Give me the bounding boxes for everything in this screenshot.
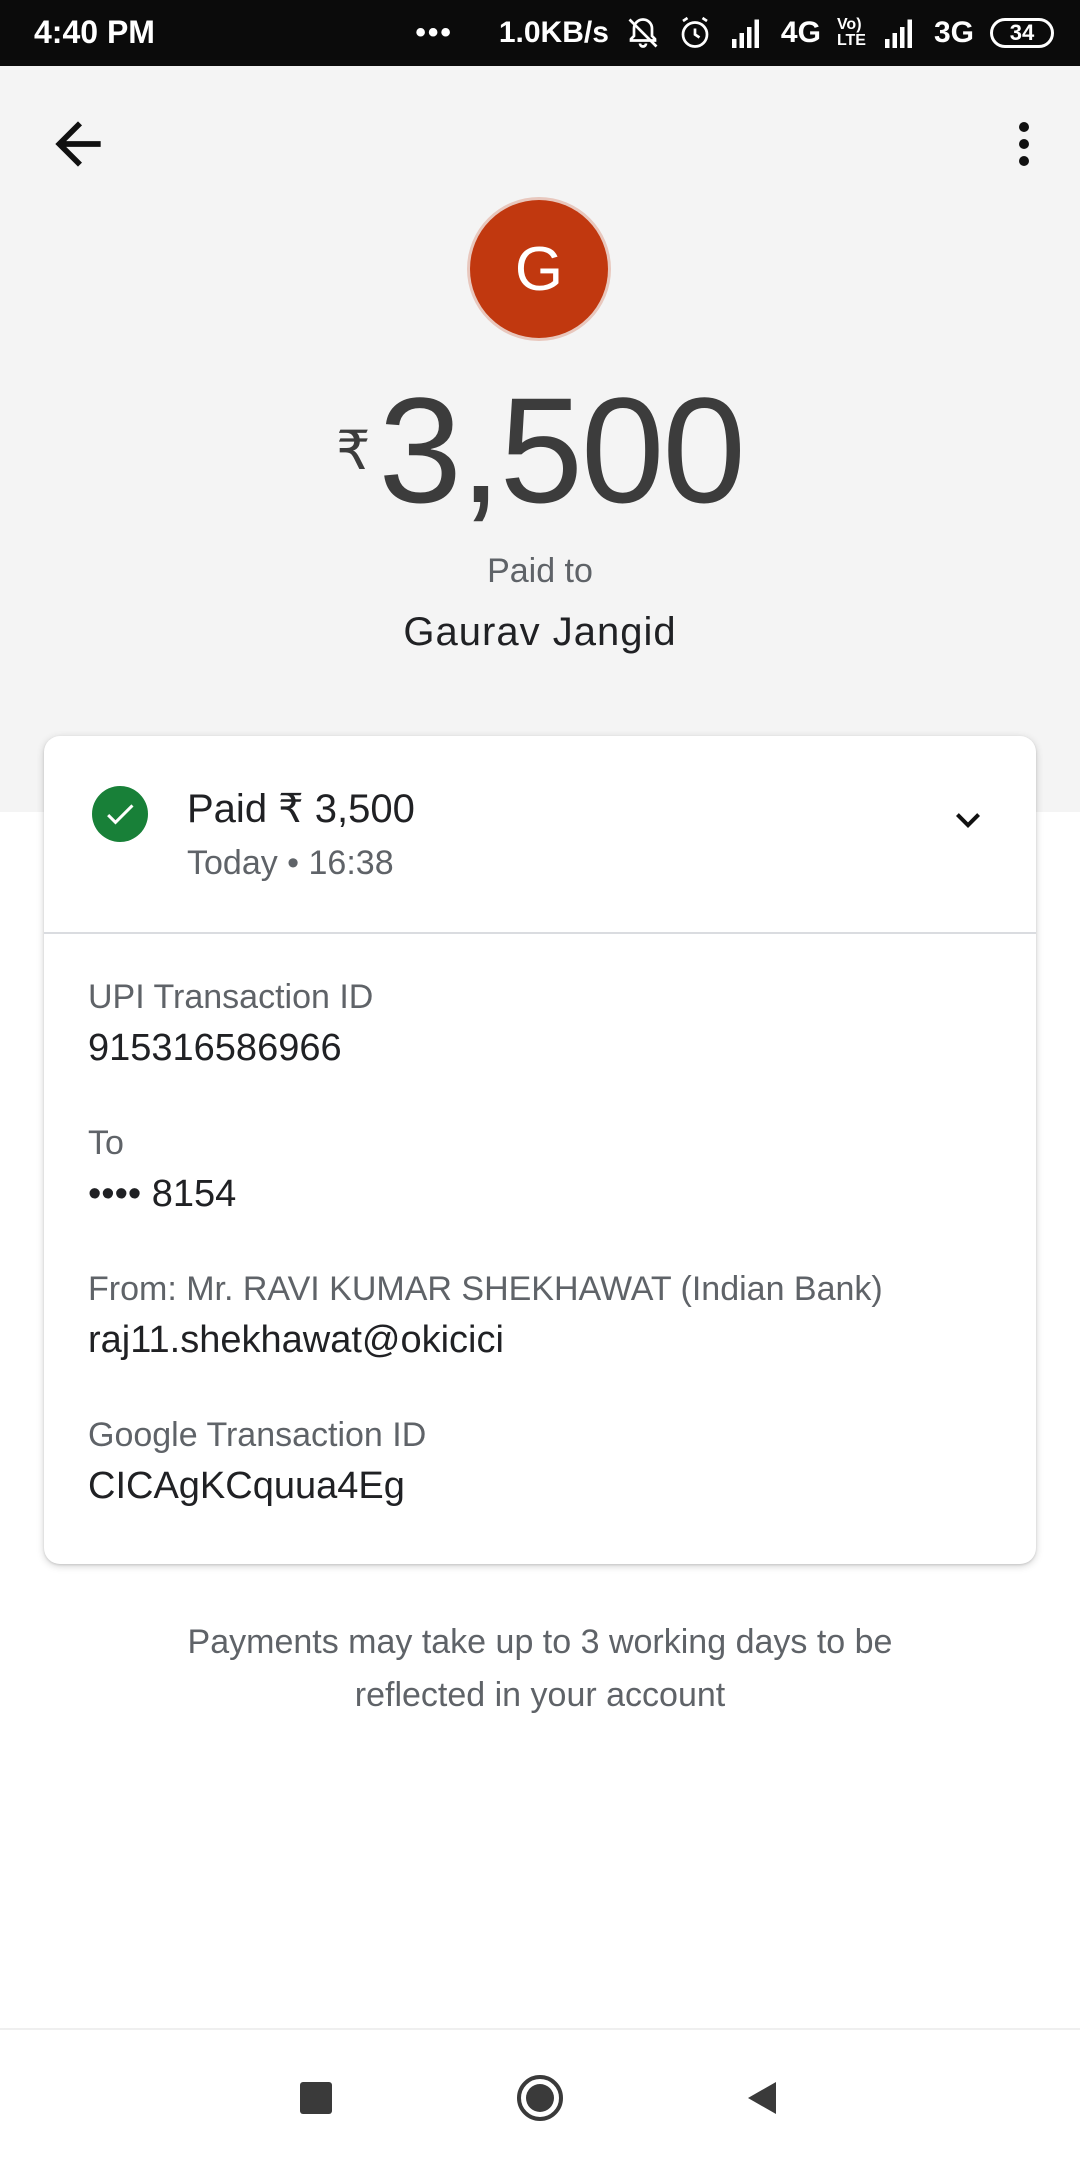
status-time: 4:40 PM bbox=[34, 14, 155, 50]
recents-button[interactable] bbox=[300, 2082, 332, 2114]
network-type-1: 4G bbox=[780, 16, 821, 49]
alarm-icon bbox=[681, 16, 709, 48]
more-options-button[interactable] bbox=[990, 110, 1058, 178]
status-time: Today • 16:38 bbox=[187, 844, 394, 882]
sender-details: From: Mr. RAVI KUMAR SHEKHAWAT (Indian B… bbox=[88, 1270, 883, 1361]
network-speed: 1.0KB/s bbox=[498, 16, 609, 49]
chevron-down-icon[interactable] bbox=[944, 796, 992, 844]
system-nav-bar bbox=[0, 2028, 1080, 2162]
amount-value: 3,500 bbox=[378, 366, 745, 534]
payee-name: Gaurav Jangid bbox=[403, 610, 677, 654]
back-button[interactable] bbox=[44, 110, 112, 178]
arrow-left-icon bbox=[55, 121, 101, 167]
status-bar: 4:40 PM ••• 1.0KB/s 4G Vo) LTE 3G 34 bbox=[0, 0, 1080, 66]
amount-display: ₹ 3,500 bbox=[0, 375, 1080, 525]
back-triangle-icon[interactable] bbox=[742, 2078, 782, 2118]
signal-icon bbox=[884, 19, 912, 48]
processing-note: Payments may take up to 3 working days t… bbox=[187, 1623, 893, 1714]
signal-icon bbox=[731, 19, 759, 48]
currency-symbol: ₹ bbox=[336, 421, 371, 481]
transaction-card: Paid ₹ 3,500 Today • 16:38 UPI Transacti… bbox=[44, 736, 1036, 1564]
network-type-2: 3G bbox=[933, 16, 974, 49]
check-circle-icon bbox=[92, 786, 148, 842]
more-notifications-icon: ••• bbox=[415, 16, 453, 49]
status-row[interactable]: Paid ₹ 3,500 Today • 16:38 bbox=[44, 736, 1036, 934]
mute-bell-icon bbox=[628, 18, 658, 48]
avatar: G bbox=[470, 200, 608, 338]
google-transaction-id: Google Transaction ID CICAgKCquua4Eg bbox=[88, 1416, 427, 1507]
battery-icon: 34 bbox=[990, 18, 1054, 48]
more-vert-icon bbox=[1019, 122, 1029, 132]
status-icons: ••• 1.0KB/s 4G Vo) LTE 3G 34 bbox=[415, 12, 1054, 54]
volte-icon: Vo) LTE bbox=[836, 16, 866, 49]
home-button[interactable] bbox=[515, 2073, 565, 2123]
upi-transaction-id: UPI Transaction ID 915316586966 bbox=[88, 978, 374, 1069]
status-title: Paid ₹ 3,500 bbox=[187, 787, 415, 831]
recipient-account: To •••• 8154 bbox=[88, 1124, 237, 1215]
paid-to-label: Paid to bbox=[487, 552, 593, 590]
